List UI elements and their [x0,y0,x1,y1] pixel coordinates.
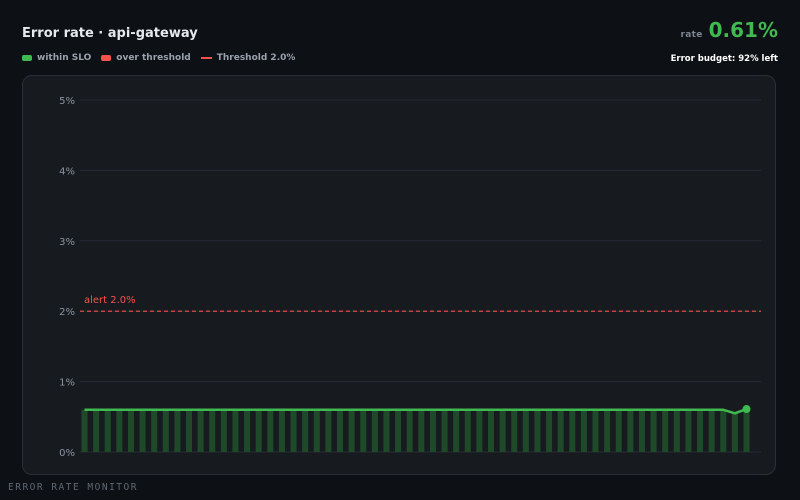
bar [93,409,100,452]
bar [325,409,332,452]
bar [127,409,134,452]
bar [209,409,216,452]
bar [569,409,576,452]
bar [116,409,123,452]
legend-label-over: over threshold [116,53,191,63]
footer-label: ERROR RATE MONITOR [8,482,138,493]
bar [429,409,436,452]
over-swatch-icon [101,55,112,61]
bar [232,409,239,452]
bar [476,409,483,452]
bar [673,409,680,452]
bar [708,409,715,452]
bar [453,409,460,452]
bar [604,409,611,452]
bar [395,409,402,452]
bar [244,409,251,452]
bar [81,409,88,452]
legend: within SLO over threshold Threshold 2.0% [22,53,295,63]
y-tick-label: 5% [59,96,75,107]
legend-item-within: within SLO [22,53,91,63]
threshold-line-icon [200,57,212,59]
y-tick-label: 3% [59,237,75,248]
bar [139,409,146,452]
error-budget: Error budget: 92% left [670,54,778,64]
legend-item-threshold: Threshold 2.0% [200,53,296,63]
bar [662,409,669,452]
bar [151,409,158,452]
bar [592,409,599,452]
legend-label-within: within SLO [37,53,92,63]
last-point-marker [742,405,751,414]
bar [418,409,425,452]
threshold-label: alert 2.0% [84,295,136,306]
bar [267,409,274,452]
bar [580,409,587,452]
y-tick-label: 2% [59,307,75,318]
bar [464,409,471,452]
rate-value: 0.61% [708,18,778,42]
bar [638,409,645,452]
y-tick-label: 4% [59,166,75,177]
bar [522,409,529,452]
series-line [84,407,747,415]
rate-label: rate [680,30,703,40]
chart-panel: 0% 1% 2% 3% 4% 5% alert 2.0% [22,75,776,475]
bar [406,409,413,452]
bar [441,409,448,452]
chart-title: Error rate · api-gateway [22,26,198,41]
y-tick-label: 0% [59,448,75,459]
bar [197,409,204,452]
bar [499,409,506,452]
bar [627,409,634,452]
bar [278,409,285,452]
bar [104,409,111,452]
bar [697,409,704,452]
bar [487,409,494,452]
bar [371,409,378,452]
bar [650,409,657,452]
bar [511,409,518,452]
bar [360,409,367,452]
y-tick-label: 1% [59,378,75,389]
bar [220,409,227,452]
bar [615,409,622,452]
current-rate: rate 0.61% [680,18,778,42]
bar [557,409,564,452]
legend-label-threshold: Threshold 2.0% [216,53,296,63]
bar [720,409,727,452]
bar [546,409,553,452]
bar [186,409,193,452]
bar [290,409,297,452]
bar [383,409,390,452]
legend-item-over: over threshold [101,53,191,63]
within-swatch-icon [22,55,32,61]
bar [255,409,262,452]
bar [534,409,541,452]
bar [302,409,309,452]
bar [337,409,344,452]
bar [162,409,169,452]
bar [685,409,692,452]
bar [174,409,181,452]
bar [313,409,320,452]
bar [743,409,750,452]
chart-svg: 0% 1% 2% 3% 4% 5% alert 2.0% [59,96,761,459]
bar [731,413,738,452]
bar [348,409,355,452]
